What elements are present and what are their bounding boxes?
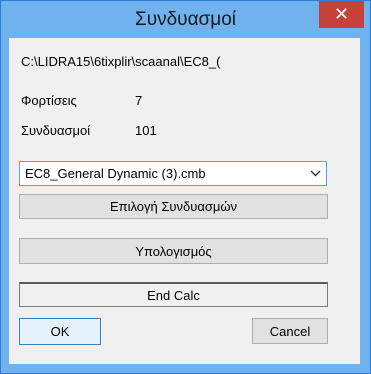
loads-value: 7 <box>135 93 143 108</box>
window-title: Συνδυασμοί <box>134 9 237 30</box>
calculate-button[interactable]: Υπολογισμός <box>19 238 328 264</box>
dialog-client-area: C:\LIDRA15\6tixplir\scaanal\EC8_( Φορτίσ… <box>9 38 360 364</box>
file-path-label: C:\LIDRA15\6tixplir\scaanal\EC8_( <box>21 54 221 69</box>
select-combinations-button[interactable]: Επιλογή Συνδυασμών <box>19 194 328 219</box>
chevron-down-icon[interactable] <box>304 162 326 185</box>
status-box: End Calc <box>19 282 328 307</box>
combination-file-selected: EC8_General Dynamic (3).cmb <box>25 166 206 181</box>
ok-button[interactable]: OK <box>19 318 101 345</box>
loads-label: Φορτίσεις <box>21 93 77 108</box>
cancel-button[interactable]: Cancel <box>252 318 328 344</box>
combinations-value: 101 <box>135 123 157 138</box>
title-bar[interactable]: Συνδυασμοί ✕ <box>1 1 370 38</box>
combination-file-select[interactable]: EC8_General Dynamic (3).cmb <box>19 161 327 186</box>
dialog-window: Συνδυασμοί ✕ C:\LIDRA15\6tixplir\scaanal… <box>0 0 371 374</box>
close-button[interactable]: ✕ <box>319 1 364 28</box>
close-icon: ✕ <box>333 4 350 24</box>
status-text: End Calc <box>147 287 200 303</box>
combinations-label: Συνδυασμοί <box>21 123 91 138</box>
